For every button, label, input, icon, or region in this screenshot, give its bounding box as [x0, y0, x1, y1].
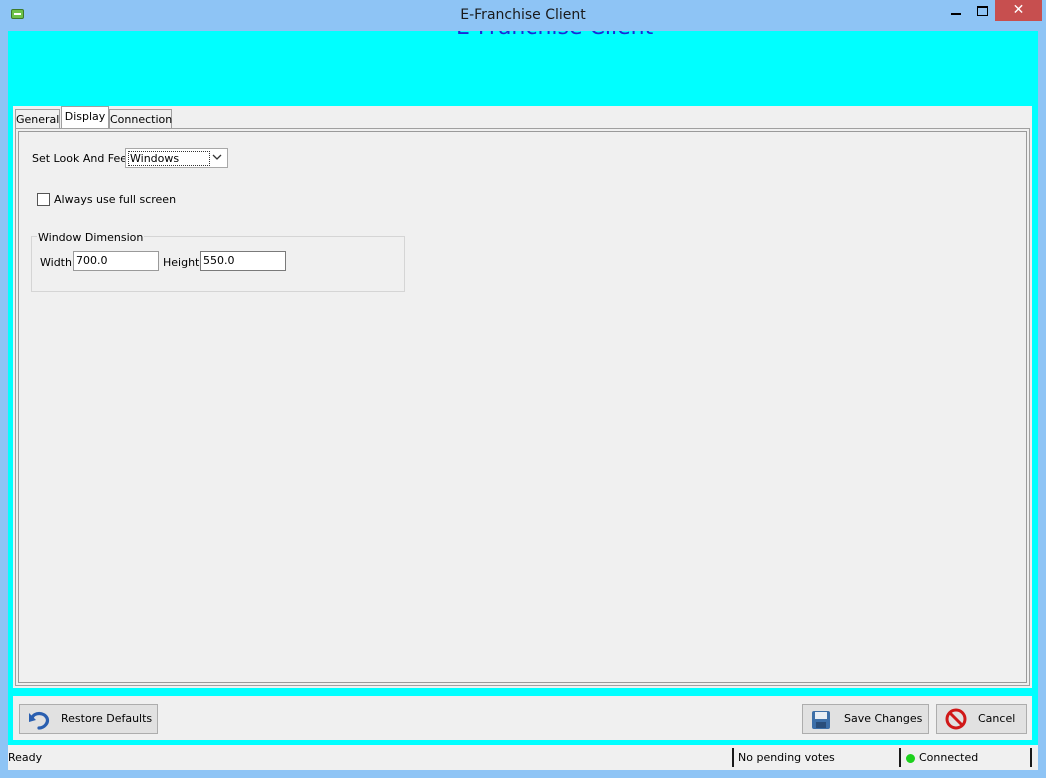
close-button[interactable]: ✕: [995, 0, 1042, 21]
banner-title: E-Franchise Client: [436, 31, 653, 40]
floppy-disk-icon: [811, 710, 831, 729]
title-bar[interactable]: E-Franchise Client ✕: [0, 0, 1046, 31]
connection-status-icon: [906, 754, 915, 763]
window-dimension-group: Window Dimension Width 700.0 Height 550.…: [31, 231, 405, 292]
display-panel-inner: Set Look And Feel Windows Always use ful…: [18, 131, 1027, 683]
fullscreen-checkbox[interactable]: [37, 193, 50, 206]
look-and-feel-select[interactable]: Windows: [125, 148, 228, 168]
chevron-down-icon[interactable]: [212, 151, 222, 166]
status-separator: [1030, 748, 1032, 767]
banner-label: E-Franchise Client: [456, 31, 653, 40]
settings-tabs: General Display Connection Set Look And …: [13, 106, 1032, 688]
width-label: Width: [40, 256, 72, 269]
tab-connection[interactable]: Connection: [109, 109, 172, 128]
status-connection: Connected: [919, 751, 979, 764]
status-separator: [899, 748, 901, 767]
look-and-feel-value: Windows: [128, 151, 210, 166]
restore-defaults-button[interactable]: Restore Defaults: [19, 704, 158, 734]
close-icon: ✕: [1012, 2, 1025, 18]
window-dimension-legend: Window Dimension: [37, 231, 145, 244]
status-ready: Ready: [8, 751, 43, 764]
save-changes-label: Save Changes: [844, 712, 923, 725]
tab-general[interactable]: General: [15, 109, 60, 128]
status-votes: No pending votes: [738, 751, 835, 764]
status-separator: [732, 748, 734, 767]
app-window: E-Franchise Client ✕ E-Franchise Client …: [0, 0, 1046, 778]
client-area: E-Franchise Client General Display Conne…: [8, 31, 1038, 745]
width-input[interactable]: 700.0: [73, 251, 159, 271]
height-label: Height: [163, 256, 200, 269]
cancel-button[interactable]: Cancel: [936, 704, 1027, 734]
maximize-button[interactable]: [969, 0, 995, 21]
tab-display[interactable]: Display: [61, 106, 109, 128]
no-entry-icon: [945, 708, 967, 730]
window-title: E-Franchise Client: [460, 7, 586, 23]
cancel-label: Cancel: [978, 712, 1016, 725]
undo-arrow-icon: [28, 710, 50, 730]
fullscreen-label[interactable]: Always use full screen: [54, 193, 176, 206]
button-bar: Restore Defaults Save Changes Cancel: [13, 696, 1032, 740]
minimize-button[interactable]: [943, 0, 969, 21]
look-and-feel-label: Set Look And Feel: [32, 152, 131, 165]
status-bar: Ready No pending votes Connected: [8, 745, 1038, 770]
height-input[interactable]: 550.0: [200, 251, 286, 271]
save-changes-button[interactable]: Save Changes: [802, 704, 929, 734]
restore-defaults-label: Restore Defaults: [61, 712, 153, 725]
display-panel: Set Look And Feel Windows Always use ful…: [15, 128, 1030, 686]
